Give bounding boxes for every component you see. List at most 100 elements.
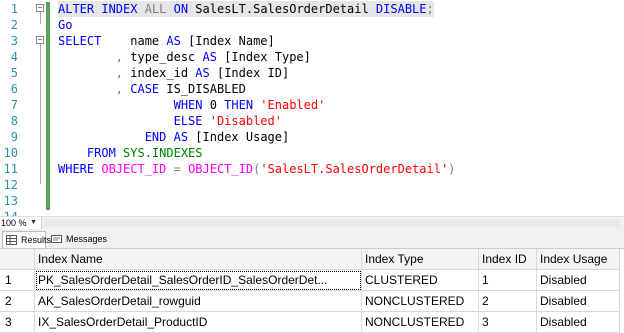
code-token: THEN bbox=[224, 98, 261, 112]
code-token: SalesLT.SalesOrderDetail bbox=[195, 2, 376, 16]
code-token: = bbox=[173, 162, 189, 176]
code-token: OBJECT_ID bbox=[188, 162, 254, 176]
code-token: [Index Name] bbox=[188, 34, 275, 48]
line-number-gutter: 1234567891011121314 bbox=[0, 0, 44, 224]
fold-line bbox=[40, 12, 41, 24]
code-line[interactable]: FROM SYS.INDEXES bbox=[58, 145, 203, 161]
tab-results-label: Results bbox=[21, 235, 52, 245]
code-token: ON bbox=[173, 2, 196, 16]
line-number: 1 bbox=[10, 2, 18, 16]
code-token: [Index Usage] bbox=[195, 130, 290, 144]
code-token: 'Disabled' bbox=[209, 114, 282, 128]
code-token: AS bbox=[173, 130, 196, 144]
code-token: ALL bbox=[144, 2, 174, 16]
line-number: 11 bbox=[3, 162, 18, 176]
zoom-level: 100 % bbox=[1, 218, 27, 228]
chevron-down-icon: ▼ bbox=[30, 219, 37, 226]
code-token: AS bbox=[195, 66, 217, 80]
code-token: WHERE bbox=[58, 162, 102, 176]
code-token: ) bbox=[448, 162, 456, 176]
results-grid[interactable]: Index Name Index Type Index ID Index Usage 1… bbox=[0, 249, 624, 333]
code-line[interactable]: ELSE 'Disabled' bbox=[58, 113, 282, 129]
table-cell[interactable]: Disabled bbox=[537, 312, 620, 333]
column-header[interactable]: Index Usage bbox=[537, 249, 620, 270]
table-cell[interactable]: AK_SalesOrderDetail_rowguid bbox=[35, 291, 362, 312]
code-line[interactable]: WHERE OBJECT_ID = OBJECT_ID('SalesLT.Sal… bbox=[58, 161, 455, 177]
code-token: DISABLE bbox=[375, 2, 427, 16]
code-token: , bbox=[58, 66, 131, 80]
table-cell[interactable]: IX_SalesOrderDetail_ProductID bbox=[35, 312, 362, 333]
table-cell[interactable]: 3 bbox=[479, 312, 537, 333]
code-token: WHEN bbox=[173, 98, 210, 112]
code-token: AS bbox=[166, 34, 189, 48]
code-token: ALTER INDEX bbox=[58, 2, 145, 16]
grid-icon bbox=[6, 235, 17, 245]
code-token: index_id bbox=[130, 66, 196, 80]
code-line[interactable]: , CASE IS_DISABLED bbox=[58, 81, 246, 97]
tab-results[interactable]: Results bbox=[2, 231, 51, 248]
table-cell[interactable]: PK_SalesOrderDetail_SalesOrderID_SalesOr… bbox=[35, 270, 362, 291]
code-token: 'SalesLT.SalesOrderDetail' bbox=[260, 162, 449, 176]
code-token: CASE bbox=[130, 82, 167, 96]
table-cell[interactable]: NONCLUSTERED bbox=[362, 291, 479, 312]
code-line[interactable]: , type_desc AS [Index Type] bbox=[58, 49, 311, 65]
tab-messages-label: Messages bbox=[66, 234, 108, 244]
code-line[interactable]: SELECT name AS [Index Name] bbox=[58, 33, 275, 49]
code-line[interactable]: , index_id AS [Index ID] bbox=[58, 65, 289, 81]
code-token: , bbox=[58, 82, 131, 96]
zoom-dropdown[interactable]: 100 % ▼ bbox=[0, 217, 42, 229]
code-token: name bbox=[130, 34, 167, 48]
line-number: 12 bbox=[3, 178, 18, 192]
code-token: IS_DISABLED bbox=[166, 82, 246, 96]
code-line[interactable]: WHEN 0 THEN 'Enabled' bbox=[58, 97, 326, 113]
row-number[interactable]: 1 bbox=[0, 270, 35, 291]
code-token: Go bbox=[58, 18, 73, 32]
line-number: 2 bbox=[10, 18, 18, 32]
table-cell[interactable]: CLUSTERED bbox=[362, 270, 479, 291]
code-token: [Index Type] bbox=[224, 50, 311, 64]
line-number: 6 bbox=[10, 82, 18, 96]
table-cell[interactable]: Disabled bbox=[537, 291, 620, 312]
line-number: 7 bbox=[10, 98, 18, 112]
line-number: 5 bbox=[10, 66, 18, 80]
line-number: 9 bbox=[10, 130, 18, 144]
table-cell[interactable]: 1 bbox=[479, 270, 537, 291]
code-token: 'Enabled' bbox=[260, 98, 326, 112]
code-token: END bbox=[144, 130, 174, 144]
code-token: ; bbox=[426, 2, 434, 16]
line-number: 3 bbox=[10, 34, 18, 48]
code-token: [Index ID] bbox=[216, 66, 290, 80]
code-line[interactable]: END AS [Index Usage] bbox=[58, 129, 290, 145]
line-number: 10 bbox=[3, 146, 18, 160]
table-cell[interactable]: 2 bbox=[479, 291, 537, 312]
code-token: type_desc bbox=[130, 50, 203, 64]
table-cell[interactable]: Disabled bbox=[537, 270, 620, 291]
editor-status-bar: 100 % ▼ bbox=[0, 216, 624, 229]
fold-toggle-icon[interactable]: − bbox=[36, 4, 44, 12]
results-tabstrip: Results Messages bbox=[0, 229, 624, 249]
column-header[interactable]: Index Type bbox=[362, 249, 479, 270]
fold-line bbox=[40, 44, 41, 184]
line-number: 4 bbox=[10, 50, 18, 64]
horizontal-scrollbar[interactable] bbox=[44, 219, 620, 227]
code-line[interactable]: ALTER INDEX ALL ON SalesLT.SalesOrderDet… bbox=[58, 1, 434, 17]
table-cell[interactable]: NONCLUSTERED bbox=[362, 312, 479, 333]
code-token: ELSE bbox=[173, 114, 210, 128]
fold-toggle-icon[interactable]: − bbox=[36, 36, 44, 44]
column-header[interactable]: Index ID bbox=[479, 249, 537, 270]
tab-messages[interactable]: Messages bbox=[48, 231, 108, 248]
query-editor[interactable]: 1234567891011121314 − − ALTER INDEX ALL … bbox=[0, 0, 624, 224]
code-token: , bbox=[58, 50, 131, 64]
code-token: SELECT bbox=[58, 34, 131, 48]
code-line[interactable]: Go bbox=[58, 17, 72, 33]
code-token: OBJECT_ID bbox=[101, 162, 174, 176]
grid-corner-header[interactable] bbox=[0, 249, 35, 270]
code-token: FROM bbox=[86, 146, 124, 160]
column-header[interactable]: Index Name bbox=[35, 249, 362, 270]
row-number[interactable]: 2 bbox=[0, 291, 35, 312]
change-tracking-bar bbox=[46, 2, 50, 210]
row-number[interactable]: 3 bbox=[0, 312, 35, 333]
